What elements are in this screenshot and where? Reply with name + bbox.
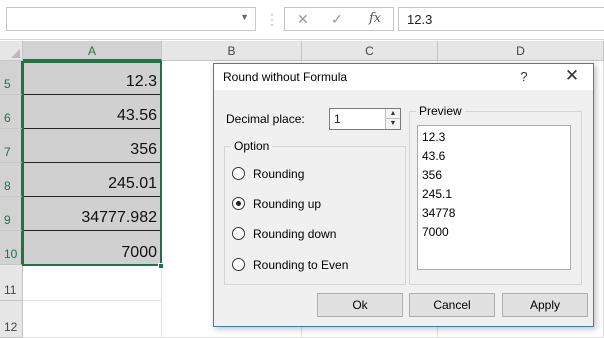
column-header-d[interactable]: D [438, 41, 604, 61]
row-header-5[interactable]: 5 [0, 61, 23, 95]
radio-rounding-down[interactable]: Rounding down [232, 226, 402, 242]
column-header-c[interactable]: C [302, 41, 438, 61]
cell-a10[interactable]: 7000 [23, 231, 161, 265]
row-number: 11 [4, 283, 17, 297]
row-number: 10 [4, 247, 18, 261]
preview-item: 7000 [422, 225, 449, 239]
cell-a11[interactable] [23, 265, 162, 301]
radio-rounding-to-even[interactable]: Rounding to Even [232, 257, 402, 273]
row-header-8[interactable]: 8 [0, 163, 23, 197]
row-header-12[interactable]: 12 [0, 301, 23, 338]
row-number: 5 [4, 77, 11, 91]
radio-unchecked-icon[interactable] [232, 227, 245, 240]
cell-value: 7000 [121, 244, 157, 261]
formula-buttons: ✕ ✓ fx [284, 7, 394, 31]
cancel-icon[interactable]: ✕ [297, 11, 309, 28]
fill-handle[interactable] [158, 263, 164, 269]
cell-value: 43.56 [116, 107, 157, 124]
cell-a6[interactable]: 43.56 [23, 95, 161, 129]
row-number: 9 [4, 213, 11, 227]
insert-function-icon[interactable]: fx [369, 11, 381, 26]
column-header-a[interactable]: A [23, 41, 162, 61]
decimal-place-label: Decimal place: [226, 112, 305, 126]
radio-dot-icon [236, 201, 241, 206]
cell-value: 245.01 [108, 175, 157, 192]
radio-label: Rounding down [253, 227, 337, 241]
row-header-9[interactable]: 9 [0, 197, 23, 231]
cell-a8[interactable]: 245.01 [23, 163, 161, 197]
decimal-place-spinner[interactable]: 1 ▲ ▼ [329, 108, 401, 130]
row-header-10[interactable]: 10 [0, 231, 23, 265]
preview-list[interactable]: 12.3 43.6 356 245.1 34778 7000 [417, 125, 571, 270]
row-number: 8 [4, 179, 11, 193]
radio-rounding[interactable]: Rounding [232, 166, 402, 182]
preview-item: 43.6 [422, 149, 446, 163]
row-header-6[interactable]: 6 [0, 95, 23, 129]
preview-group: Preview 12.3 43.6 356 245.1 34778 7000 [409, 104, 582, 285]
ok-button[interactable]: Ok [317, 293, 403, 317]
radio-unchecked-icon[interactable] [232, 258, 245, 271]
preview-item: 12.3 [422, 130, 446, 144]
enter-check-icon[interactable]: ✓ [331, 11, 343, 28]
row-header-11[interactable]: 11 [0, 265, 23, 301]
cell-a12[interactable] [23, 301, 162, 338]
column-header-b[interactable]: B [162, 41, 302, 61]
radio-label: Rounding [253, 167, 305, 181]
dialog-titlebar[interactable]: Round without Formula ? ✕ [214, 64, 593, 90]
dialog-title: Round without Formula [223, 70, 348, 84]
spin-down-icon[interactable]: ▼ [386, 119, 400, 129]
spin-up-icon[interactable]: ▲ [386, 109, 400, 119]
help-button[interactable]: ? [516, 69, 532, 84]
cell-value: 34777.982 [81, 209, 157, 226]
row-number: 6 [4, 111, 11, 125]
close-button[interactable]: ✕ [564, 66, 580, 86]
cell-a9[interactable]: 34777.982 [23, 197, 161, 231]
radio-checked-icon[interactable] [232, 197, 245, 210]
radio-rounding-up[interactable]: Rounding up [232, 196, 402, 212]
preview-item: 356 [422, 168, 443, 182]
name-box[interactable]: ▼ [6, 7, 256, 31]
formula-bar: ▼ ⋮ ✕ ✓ fx 12.3 [0, 0, 604, 40]
cell-value: 12.3 [125, 73, 157, 90]
option-group: Option Rounding Rounding up Rounding dow… [224, 139, 406, 285]
apply-button[interactable]: Apply [502, 293, 588, 317]
select-all-corner[interactable] [0, 41, 23, 61]
preview-item: 245.1 [422, 187, 453, 201]
cell-a5[interactable]: 12.3 [23, 61, 161, 95]
radio-label: Rounding up [253, 197, 322, 211]
row-header-7[interactable]: 7 [0, 129, 23, 163]
row-number: 12 [4, 320, 18, 334]
decimal-place-value[interactable]: 1 [334, 112, 341, 126]
cell-value: 356 [130, 141, 157, 158]
row-number: 7 [4, 145, 11, 159]
cell-a7[interactable]: 356 [23, 129, 161, 163]
chevron-down-icon[interactable]: ▼ [240, 12, 249, 22]
preview-legend: Preview [416, 104, 465, 118]
select-all-triangle-icon [11, 49, 20, 58]
formula-bar-resize-handle[interactable]: ⋮ [265, 9, 279, 29]
radio-unchecked-icon[interactable] [232, 167, 245, 180]
radio-label: Rounding to Even [253, 258, 349, 272]
cancel-button[interactable]: Cancel [409, 293, 495, 317]
preview-item: 34778 [422, 206, 456, 220]
spinner-buttons: ▲ ▼ [385, 109, 400, 129]
formula-input[interactable]: 12.3 [398, 7, 604, 31]
option-legend: Option [231, 139, 273, 153]
round-without-formula-dialog: Round without Formula ? ✕ Decimal place:… [213, 63, 594, 327]
